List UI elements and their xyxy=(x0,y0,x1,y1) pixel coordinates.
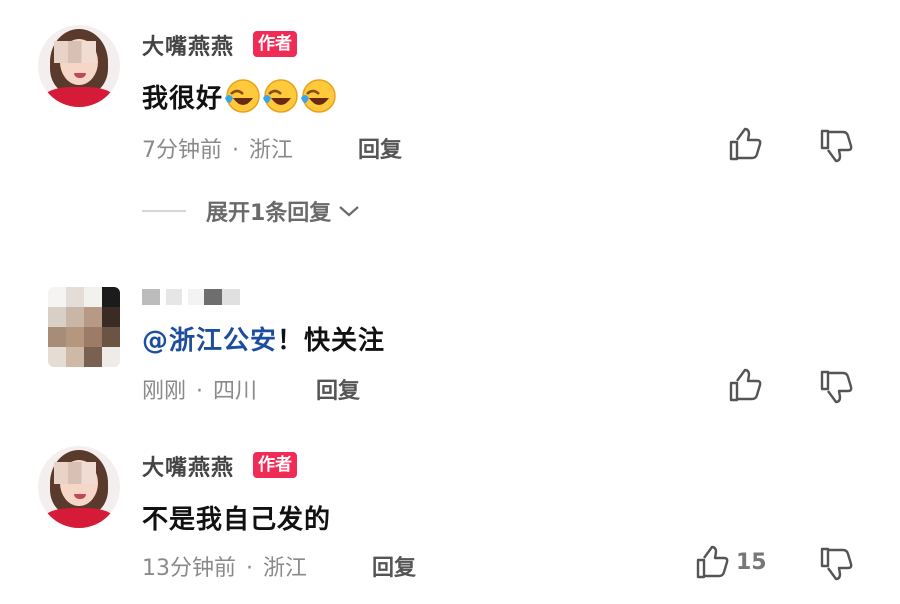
author-badge: 作者 xyxy=(253,31,297,57)
laughing-crying-emoji-icon xyxy=(301,79,336,113)
separator: · xyxy=(246,556,253,581)
comment-text: 不是我自己发的 xyxy=(142,505,332,535)
thumbs-up-icon[interactable] xyxy=(727,127,763,163)
username[interactable]: 大嘴燕燕 xyxy=(142,29,234,61)
expand-replies-label: 展开1条回复 xyxy=(206,201,332,226)
chevron-down-icon xyxy=(339,206,360,217)
separator: · xyxy=(196,379,204,404)
divider xyxy=(142,210,186,212)
timestamp: 13分钟前 xyxy=(142,556,236,581)
thumbs-down-icon[interactable] xyxy=(818,368,854,404)
mention-link[interactable]: @浙江公安 xyxy=(142,326,277,356)
like-count: 15 xyxy=(736,550,767,575)
comment-text: @浙江公安！快关注 xyxy=(142,326,386,356)
author-avatar[interactable] xyxy=(38,446,120,528)
thumbs-down-icon[interactable] xyxy=(818,127,854,163)
username[interactable]: 大嘴燕燕 xyxy=(142,450,234,482)
author-badge: 作者 xyxy=(253,452,297,478)
location: 四川 xyxy=(213,379,258,404)
privacy-blur xyxy=(54,462,96,484)
comment-meta: 13分钟前 · 浙江 xyxy=(142,550,307,582)
pixelated-avatar[interactable] xyxy=(48,287,120,367)
laughing-crying-emoji-icon xyxy=(263,79,298,113)
reply-button[interactable]: 回复 xyxy=(316,373,360,405)
thumbs-up-icon[interactable] xyxy=(727,368,763,404)
thumbs-up-icon[interactable] xyxy=(694,545,730,581)
laughing-crying-emoji-icon xyxy=(225,79,260,113)
separator: · xyxy=(232,138,239,163)
username-redacted[interactable] xyxy=(142,289,252,305)
location: 浙江 xyxy=(263,556,308,581)
reply-button[interactable]: 回复 xyxy=(358,132,402,164)
reply-button[interactable]: 回复 xyxy=(372,550,416,582)
timestamp: 7分钟前 xyxy=(142,138,222,163)
thumbs-down-icon[interactable] xyxy=(818,545,854,581)
comment-meta: 7分钟前 · 浙江 xyxy=(142,132,293,164)
timestamp: 刚刚 xyxy=(142,379,187,404)
comment-text: 我很好 xyxy=(142,78,337,114)
expand-replies-button[interactable]: 展开1条回复 xyxy=(142,196,361,226)
author-avatar[interactable] xyxy=(38,25,120,107)
location: 浙江 xyxy=(249,138,294,163)
privacy-blur xyxy=(54,41,96,63)
comment-meta: 刚刚 · 四川 xyxy=(142,373,257,405)
